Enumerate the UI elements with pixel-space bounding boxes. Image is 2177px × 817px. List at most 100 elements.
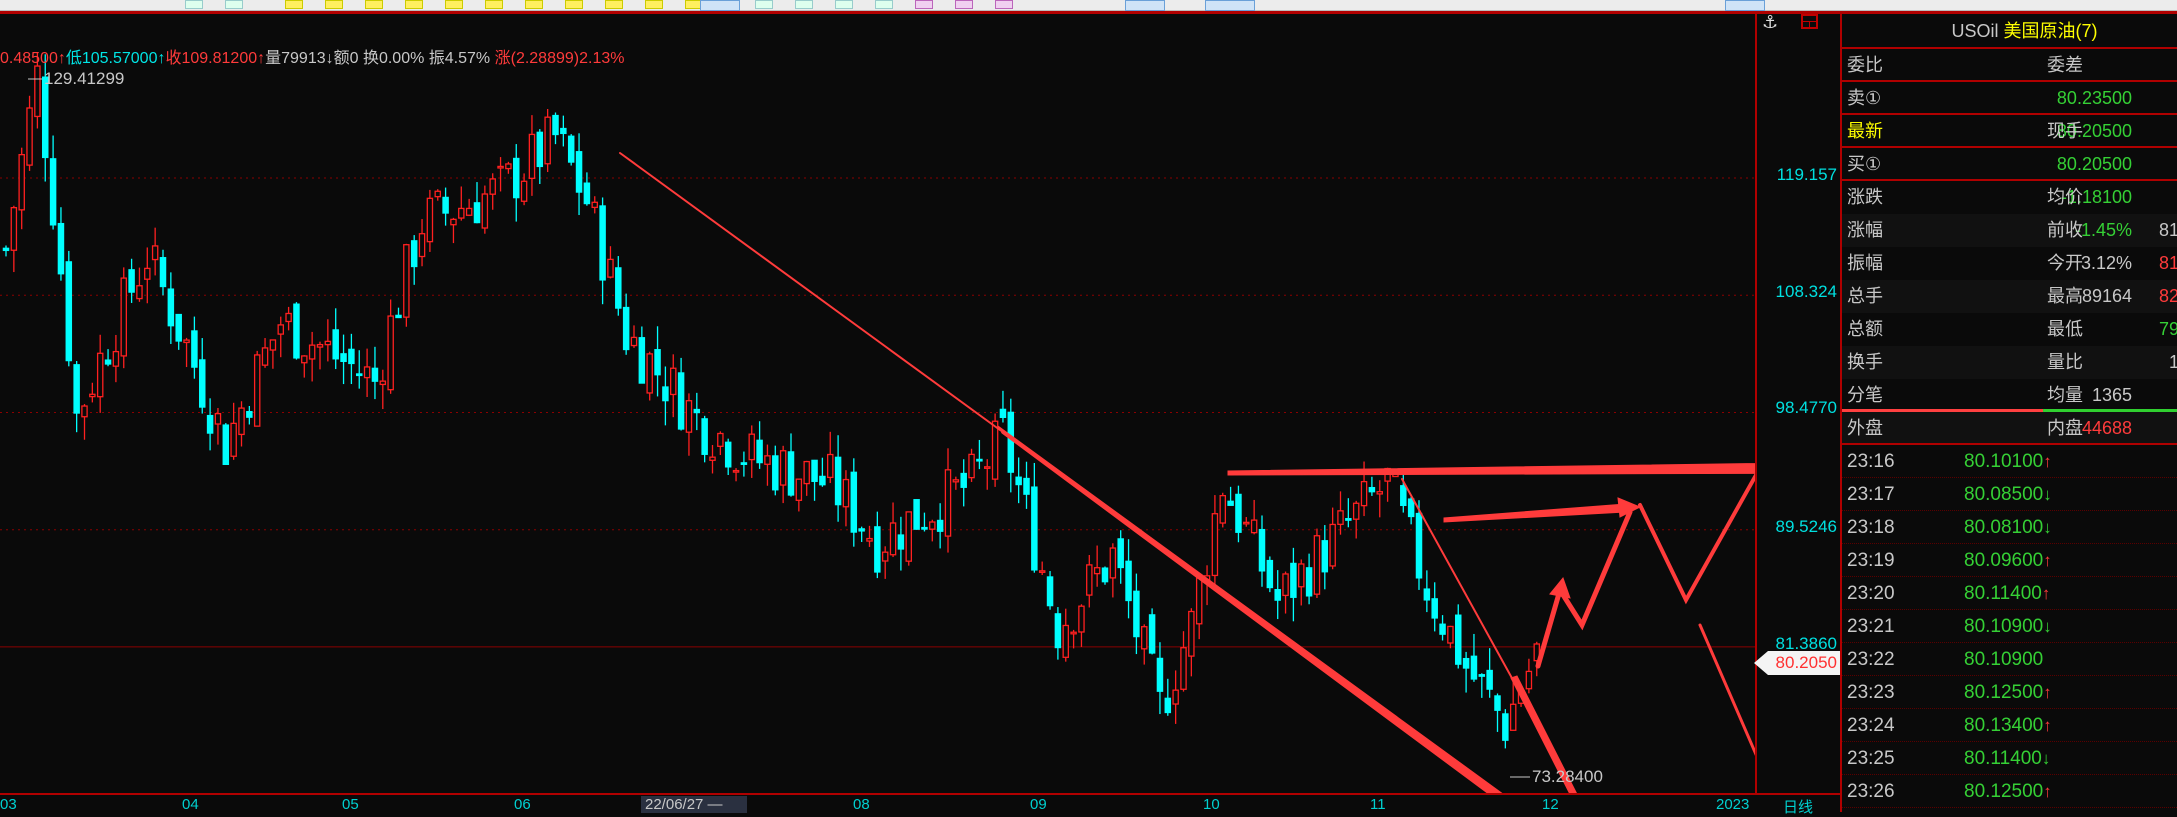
candle [1376,480,1384,518]
layout-toggle-icon[interactable] [1801,14,1818,29]
period-label[interactable]: 日线 [1783,796,1813,817]
toolbar-button[interactable] [565,0,583,9]
candle-body [1415,512,1423,579]
candle-body [591,201,599,209]
time-label: 11 [1370,796,1386,813]
candle [787,433,795,497]
candle [670,354,677,418]
candle [1486,648,1493,698]
toolbar-button[interactable] [645,0,663,9]
candle-body [999,408,1007,419]
toolbar-button[interactable] [405,0,423,9]
candle [293,302,300,360]
tick-time: 23:22 [1847,649,1895,670]
tick-row: 23:24 80.13400↑ [1842,709,2177,742]
candle [756,421,763,469]
candle-body [827,453,834,479]
candle-body [677,372,685,430]
toolbar-button[interactable] [995,0,1013,9]
candle-body [1509,703,1517,731]
tick-time: 23:19 [1847,550,1895,571]
candle [1007,398,1015,493]
candle [724,438,732,475]
candle-body [1337,510,1344,525]
price-label: 108.324 [1775,282,1837,301]
candle-body [222,424,230,465]
candle-body [1494,695,1501,711]
toolbar-button[interactable] [445,0,463,9]
candle [874,511,881,579]
candle-body [544,116,551,165]
toolbar-button[interactable] [875,0,893,9]
price-axis[interactable]: ⚓ 119.157 108.324 98.4770 89.5246 81.386… [1755,12,1840,794]
tick-direction-icon: ↑ [2043,716,2052,735]
candle-body [246,410,253,418]
candle-body [324,340,332,346]
candle-body [1195,577,1203,625]
toolbar-button[interactable] [485,0,503,9]
quote-row: 换手 量比 1 [1842,346,2177,379]
candle [1321,525,1329,590]
candle [952,476,960,490]
candle-body [1431,598,1438,619]
candle-body [198,359,206,408]
toolbar-button[interactable] [755,0,773,9]
candle [1368,476,1376,496]
row-label: 分笔 [1847,385,1883,405]
candle-body [952,479,960,483]
candle [1494,693,1501,732]
quote-row: 买① 80.20500 [1842,148,2177,181]
toolbar-button[interactable] [325,0,343,9]
candle-body [1054,613,1062,649]
candle [1258,515,1266,587]
candle [984,459,991,490]
tick-price: 80.13400↑ [1964,709,2052,742]
toolbar-button[interactable] [185,0,203,9]
toolbar-button[interactable] [605,0,623,9]
tick-row: 23:19 80.09600↑ [1842,544,2177,577]
toolbar-button[interactable] [835,0,853,9]
candle [772,445,779,496]
toolbar-button-selected[interactable] [700,0,740,11]
candle-body [991,420,999,480]
candle-body [2,247,10,252]
low-marker: 73.28400 [1532,767,1603,786]
candle [1266,556,1274,593]
candle [685,393,693,456]
toolbar-button-selected[interactable] [1125,0,1165,11]
candle [834,435,842,522]
candle [214,408,222,445]
row-value-2: 82 [2158,286,2177,306]
time-label: 06 [514,796,531,813]
candle [1439,615,1446,641]
quote-row: 涨幅 -1.45% 前收 81 [1842,214,2177,247]
candle [599,197,606,305]
toolbar-button[interactable] [525,0,543,9]
toolbar-button[interactable] [285,0,303,9]
toolbar-button-selected[interactable] [1725,0,1765,11]
candle-body [921,526,928,530]
tick-row: 23:17 80.08500↓ [1842,478,2177,511]
candle-body [536,131,544,168]
candle-body [976,458,983,462]
toolbar-button[interactable] [795,0,813,9]
candle [1054,607,1062,660]
row-label-2: 均量 [2047,385,2083,405]
time-label: 10 [1203,796,1220,813]
candle [1462,651,1470,693]
tick-price-value: 80.08100 [1964,517,2044,538]
candlestick-chart[interactable]: 129.41299 73.28400 [0,14,1755,793]
time-axis[interactable]: 03 04 05 06 22/06/27 — 08 09 10 11 12 20… [0,793,1840,816]
toolbar-button[interactable] [225,0,243,9]
toolbar-button-selected[interactable] [1205,0,1255,11]
toolbar-button[interactable] [365,0,383,9]
candle [591,196,599,214]
candle [89,382,96,403]
tick-price: 80.08100↓ [1964,511,2052,544]
toolbar-button[interactable] [955,0,973,9]
candle-body [1243,521,1250,525]
candle [316,341,324,370]
toolbar-button[interactable] [915,0,933,9]
anchor-icon[interactable]: ⚓ [1762,12,1778,33]
candle-body [858,528,865,532]
